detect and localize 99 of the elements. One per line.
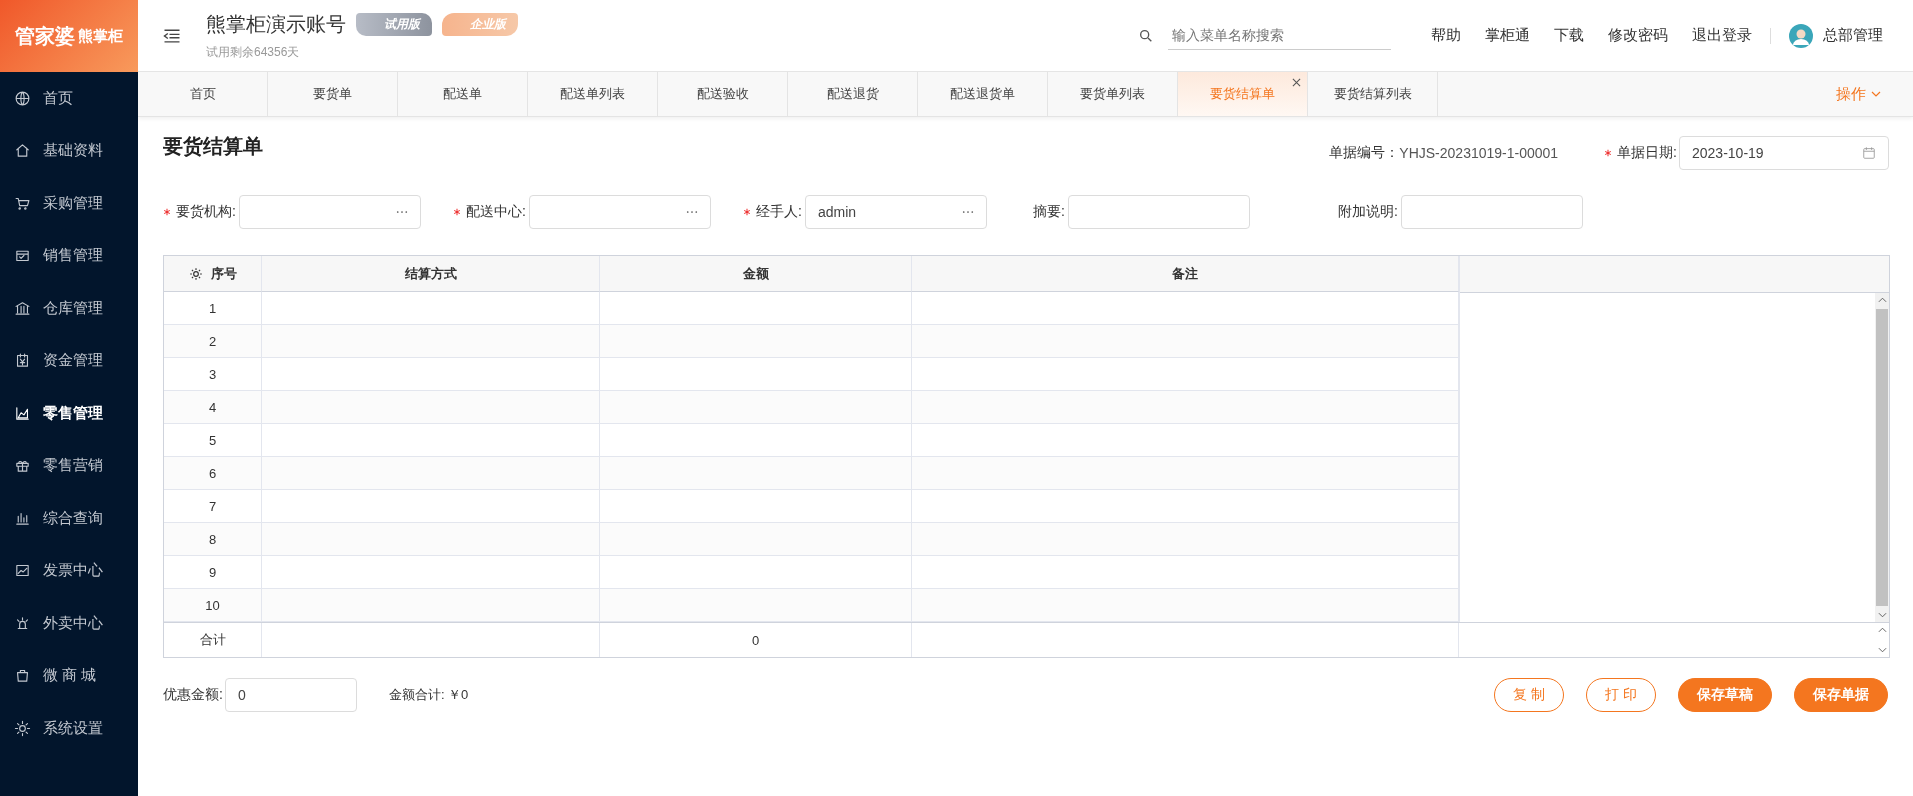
page-tab[interactable]: 首页 [138,72,268,116]
user-name[interactable]: 总部管理 [1823,26,1883,45]
table-cell[interactable] [262,391,600,424]
date-field[interactable]: 2023-10-19 [1679,136,1889,170]
menu-icon [14,404,31,422]
table-cell[interactable] [912,589,1459,622]
table-cell[interactable] [912,325,1459,358]
edition-badge: 企业版 [442,12,518,36]
sidebar-item[interactable]: 零售营销 [0,439,138,492]
menu-icon [14,667,31,685]
table-cell[interactable] [912,457,1459,490]
sidebar-item[interactable]: 零售管理 [0,387,138,440]
page-tab[interactable]: 要货单 [268,72,398,116]
field-label: 配送中心: [466,203,526,221]
page-tab[interactable]: 配送退货单 [918,72,1048,116]
field-label: 附加说明: [1338,203,1398,221]
table-cell[interactable] [262,325,600,358]
doc-date-label: 单据日期: [1617,144,1677,162]
sidebar-item[interactable]: 首页 [0,72,138,125]
field-label: 摘要: [1033,203,1065,221]
edition-badge: 试用版 [356,12,432,36]
search-icon [1138,27,1154,44]
input-field[interactable] [1067,195,1250,229]
calendar-icon [1862,146,1876,160]
page-tab[interactable]: 配送单列表 [528,72,658,116]
table-cell[interactable] [262,523,600,556]
table-cell[interactable] [600,523,912,556]
table-cell[interactable] [600,589,912,622]
menu-icon [14,142,31,160]
page-tab[interactable]: 配送单 [398,72,528,116]
sidebar-item[interactable]: 系统设置 [0,702,138,755]
page-tab[interactable]: 配送验收 [658,72,788,116]
logo-text: 管家婆 [15,23,75,49]
sidebar-item[interactable]: 仓库管理 [0,282,138,335]
sidebar-item[interactable]: 采购管理 [0,177,138,230]
row-number: 6 [164,457,262,490]
menu-icon [14,299,31,317]
input-field[interactable] [528,195,711,229]
column-header: 序号 [164,256,262,292]
more-icon[interactable] [685,210,698,214]
account-name: 熊掌柜演示账号 [206,11,346,37]
sidebar-item[interactable]: 综合查询 [0,492,138,545]
table-cell[interactable] [600,457,912,490]
column-header: 结算方式 [262,256,600,292]
logo-subtext: 熊掌柜 [78,26,123,46]
header-link[interactable]: 帮助 [1431,26,1461,45]
sidebar-item[interactable]: 外卖中心 [0,597,138,650]
header-link[interactable]: 掌柜通 [1485,26,1530,45]
page-tab[interactable]: 配送退货 [788,72,918,116]
doc-number-label: 单据编号： [1329,144,1400,162]
page-tab[interactable]: 要货结算列表 [1308,72,1438,116]
input-field[interactable]: admin [804,195,987,229]
input-field[interactable] [1400,195,1583,229]
page-title: 要货结算单 [163,134,263,159]
discount-field[interactable]: 0 [224,678,357,712]
row-number: 8 [164,523,262,556]
more-icon[interactable] [395,210,408,214]
total-amount: 0 [600,623,912,657]
header-link[interactable]: 退出登录 [1692,26,1752,45]
sidebar-item[interactable]: 资金管理 [0,334,138,387]
row-number: 10 [164,589,262,622]
row-number: 4 [164,391,262,424]
scroll-up-icon[interactable] [1877,627,1887,633]
column-header: 金额 [600,256,912,292]
amount-total: 金额合计: ￥0 [388,686,469,704]
sidebar-item[interactable]: 微 商 城 [0,649,138,702]
scrollbar[interactable] [1875,293,1889,622]
input-field[interactable] [238,195,421,229]
table-cell[interactable] [262,457,600,490]
sidebar-item[interactable]: 基础资料 [0,124,138,177]
table-cell[interactable] [600,325,912,358]
menu-icon [14,719,31,737]
table-cell[interactable] [912,391,1459,424]
row-number: 2 [164,325,262,358]
table-cell[interactable] [262,589,600,622]
column-header: 备注 [912,256,1459,292]
avatar-icon[interactable] [1789,23,1813,48]
table-cell[interactable] [912,523,1459,556]
scroll-down-icon[interactable] [1877,612,1887,618]
field-label: 经手人: [756,203,802,221]
discount-label: 优惠金额: [163,686,223,704]
field-label: 要货机构: [176,203,236,221]
header-link[interactable]: 下载 [1554,26,1584,45]
header-link[interactable]: 修改密码 [1608,26,1668,45]
menu-icon [14,352,31,370]
more-icon[interactable] [961,210,974,214]
settings-icon[interactable] [188,266,203,281]
scroll-up-icon[interactable] [1877,297,1887,303]
table-cell[interactable] [600,391,912,424]
doc-number: YHJS-20231019-1-00001 [1399,145,1559,161]
menu-icon [14,89,31,107]
scroll-down-icon[interactable] [1877,647,1887,653]
close-icon[interactable] [1292,78,1301,87]
sidebar-item[interactable]: 销售管理 [0,229,138,282]
total-label: 合计 [164,623,262,657]
trial-note: 试用剩余64356天 [206,43,301,61]
menu-icon [14,614,31,632]
sidebar-item[interactable]: 发票中心 [0,544,138,597]
caret-icon [1871,91,1881,97]
